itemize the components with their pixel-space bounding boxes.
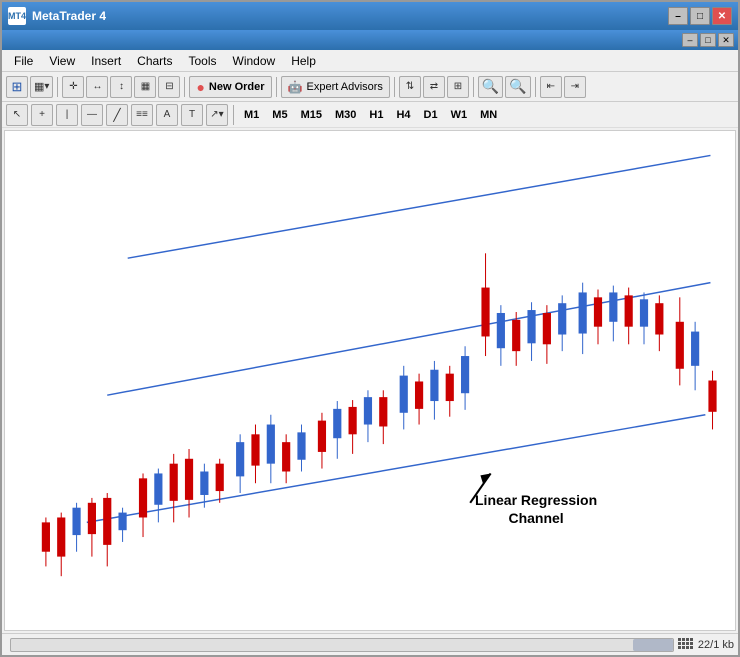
tool-line-v[interactable]: | bbox=[56, 104, 78, 126]
title-bar: MT4 MetaTrader 4 – □ ✕ bbox=[2, 2, 738, 30]
chart-svg bbox=[5, 131, 735, 630]
toolbar-btn-bar[interactable]: ⊟ bbox=[158, 76, 180, 98]
tool-line-h[interactable]: — bbox=[81, 104, 103, 126]
horizontal-scrollbar[interactable] bbox=[10, 638, 674, 652]
menu-bar: File View Insert Charts Tools Window Hel… bbox=[2, 50, 738, 72]
minimize-button[interactable]: – bbox=[668, 7, 688, 25]
toolbar-btn-crosshair[interactable]: ✛ bbox=[62, 76, 84, 98]
menu-charts[interactable]: Charts bbox=[129, 52, 180, 70]
separator-4 bbox=[394, 77, 395, 97]
window-title: MetaTrader 4 bbox=[32, 9, 668, 23]
toolbar-btn-7[interactable]: ⊞ bbox=[447, 76, 469, 98]
tf-d1[interactable]: D1 bbox=[419, 108, 443, 122]
tf-m15[interactable]: M15 bbox=[296, 108, 327, 122]
chart-area[interactable]: Linear Regression Channel bbox=[4, 130, 736, 631]
menu-file[interactable]: File bbox=[6, 52, 41, 70]
tf-m5[interactable]: M5 bbox=[267, 108, 292, 122]
toolbar-btn-5[interactable]: ⇅ bbox=[399, 76, 421, 98]
close-button[interactable]: ✕ bbox=[712, 7, 732, 25]
toolbar-btn-8[interactable]: ⇤ bbox=[540, 76, 562, 98]
grid-icon bbox=[678, 638, 694, 652]
maximize-button[interactable]: □ bbox=[690, 7, 710, 25]
separator-2 bbox=[184, 77, 185, 97]
app-icon: MT4 bbox=[8, 7, 26, 25]
expert-advisors-button[interactable]: 🤖 Expert Advisors bbox=[281, 76, 390, 98]
tool-fib[interactable]: ≡≡ bbox=[131, 104, 153, 126]
window-controls: – □ ✕ bbox=[668, 7, 732, 25]
tool-arrow[interactable]: ↗▾ bbox=[206, 104, 228, 126]
toolbar-btn-chart[interactable]: ▦ bbox=[134, 76, 156, 98]
inner-maximize[interactable]: □ bbox=[700, 33, 716, 47]
toolbar-btn-1[interactable]: ⊞ bbox=[6, 76, 28, 98]
tf-mn[interactable]: MN bbox=[475, 108, 502, 122]
separator-3 bbox=[276, 77, 277, 97]
tf-w1[interactable]: W1 bbox=[446, 108, 473, 122]
toolbar-btn-2[interactable]: ▦▾ bbox=[30, 76, 53, 98]
status-info: 22/1 kb bbox=[678, 638, 734, 652]
scrollbar-thumb[interactable] bbox=[633, 639, 673, 651]
tool-text-a[interactable]: A bbox=[156, 104, 178, 126]
tool-text-t[interactable]: T bbox=[181, 104, 203, 126]
toolbar-btn-9[interactable]: ⇥ bbox=[564, 76, 586, 98]
tf-h4[interactable]: H4 bbox=[391, 108, 415, 122]
tool-crosshair[interactable]: + bbox=[31, 104, 53, 126]
tool-line-trend[interactable]: ╱ bbox=[106, 104, 128, 126]
separator-1 bbox=[57, 77, 58, 97]
toolbar-drawing: ↖ + | — ╱ ≡≡ A T ↗▾ M1 M5 M15 M30 H1 H4 … bbox=[2, 102, 738, 128]
menu-help[interactable]: Help bbox=[283, 52, 324, 70]
separator-6 bbox=[535, 77, 536, 97]
inner-minimize[interactable]: – bbox=[682, 33, 698, 47]
new-order-button[interactable]: ● New Order bbox=[189, 76, 271, 98]
menu-window[interactable]: Window bbox=[225, 52, 284, 70]
toolbar-zoom-plus[interactable]: 🔍 bbox=[478, 76, 503, 98]
menu-view[interactable]: View bbox=[41, 52, 83, 70]
toolbar-btn-zoom-in[interactable]: ↔ bbox=[86, 76, 108, 98]
inner-title-bar: – □ ✕ bbox=[2, 30, 738, 50]
inner-close[interactable]: ✕ bbox=[718, 33, 734, 47]
status-bar: 22/1 kb bbox=[2, 633, 738, 655]
tf-m1[interactable]: M1 bbox=[239, 108, 264, 122]
separator-tf bbox=[233, 105, 234, 125]
menu-tools[interactable]: Tools bbox=[181, 52, 225, 70]
toolbar-btn-zoom-out[interactable]: ↕ bbox=[110, 76, 132, 98]
separator-5 bbox=[473, 77, 474, 97]
tf-h1[interactable]: H1 bbox=[364, 108, 388, 122]
toolbar-btn-6[interactable]: ⇄ bbox=[423, 76, 445, 98]
toolbar-main: ⊞ ▦▾ ✛ ↔ ↕ ▦ ⊟ ● New Order 🤖 Expert Advi… bbox=[2, 72, 738, 102]
tf-m30[interactable]: M30 bbox=[330, 108, 361, 122]
toolbar-zoom-minus[interactable]: 🔍 bbox=[505, 76, 530, 98]
menu-insert[interactable]: Insert bbox=[83, 52, 129, 70]
tool-cursor[interactable]: ↖ bbox=[6, 104, 28, 126]
main-window: MT4 MetaTrader 4 – □ ✕ – □ ✕ File View I… bbox=[0, 0, 740, 657]
